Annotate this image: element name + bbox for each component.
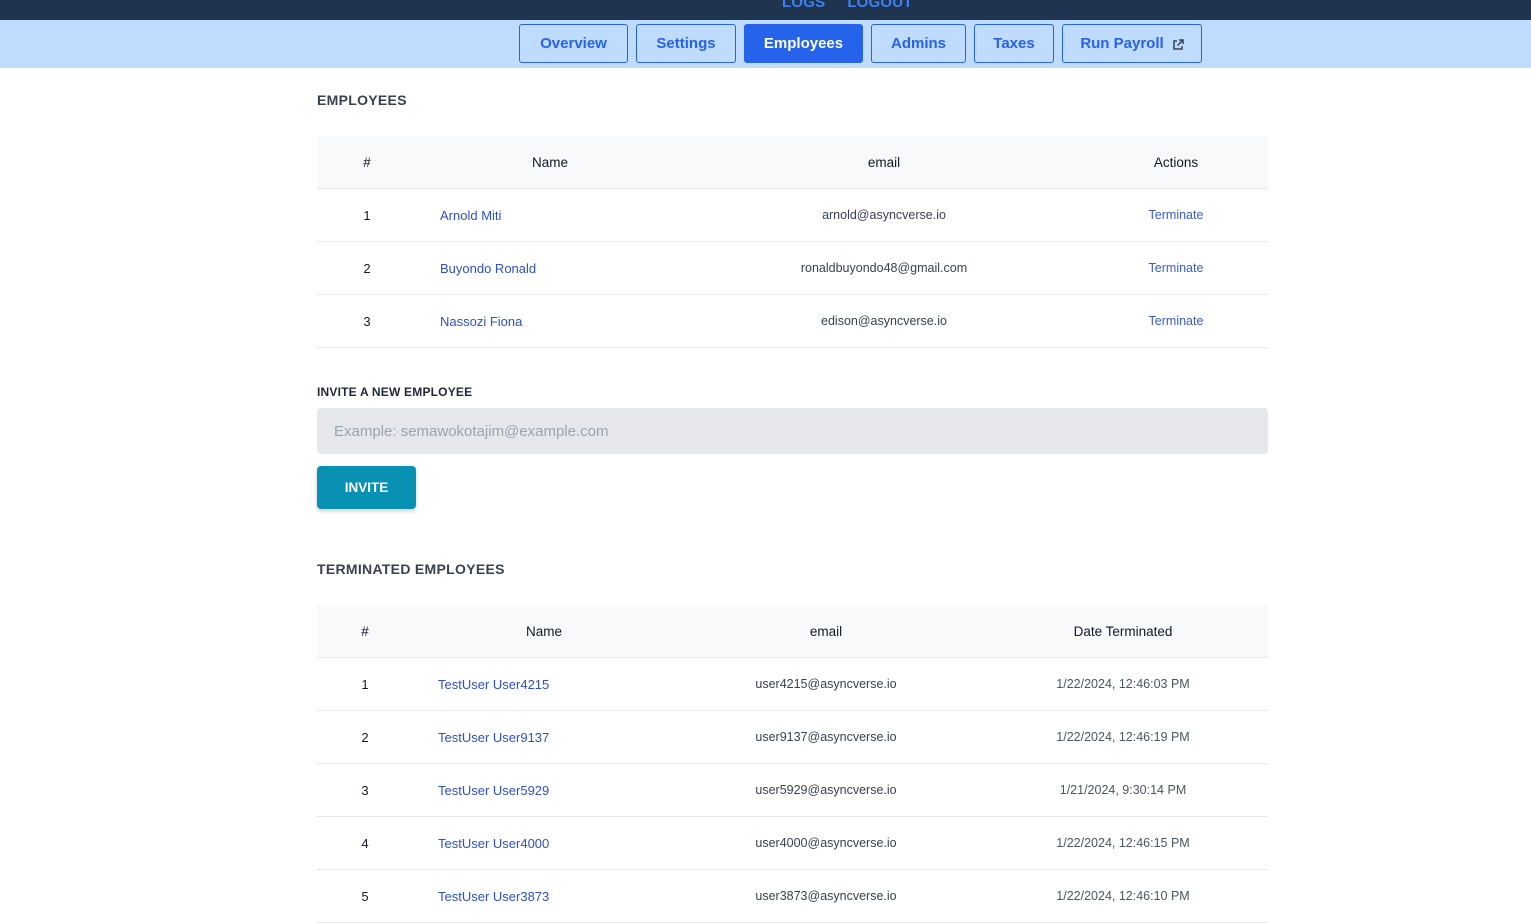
- invite-label: INVITE A NEW EMPLOYEE: [317, 385, 473, 399]
- tab-taxes[interactable]: Taxes: [974, 24, 1054, 63]
- employee-email: edison@asyncverse.io: [821, 314, 947, 328]
- date-terminated: 1/22/2024, 12:46:03 PM: [1056, 677, 1190, 691]
- table-row: 5 TestUser User3873 user3873@asyncverse.…: [317, 870, 1268, 923]
- terminate-button[interactable]: Terminate: [1126, 295, 1226, 347]
- tab-label: Admins: [890, 35, 946, 52]
- tab-run-payroll[interactable]: Run Payroll: [1062, 24, 1202, 63]
- table-row: 1 TestUser User4215 user4215@asyncverse.…: [317, 658, 1268, 711]
- tab-label: Taxes: [993, 35, 1035, 52]
- col-name: Name: [525, 623, 562, 639]
- tab-employees[interactable]: Employees: [744, 24, 863, 63]
- employee-email: user3873@asyncverse.io: [755, 889, 897, 903]
- col-actions: Actions: [1153, 154, 1199, 170]
- tab-label: Run Payroll: [1080, 35, 1164, 52]
- employee-name-link[interactable]: TestUser User4215: [438, 658, 658, 710]
- table-row: 4 TestUser User4000 user4000@asyncverse.…: [317, 817, 1268, 870]
- employee-name-link[interactable]: TestUser User9137: [438, 711, 658, 763]
- col-num: #: [363, 154, 371, 170]
- table-header: # Name email Actions: [317, 136, 1268, 189]
- row-num: 3: [361, 782, 369, 798]
- terminated-title: TERMINATED EMPLOYEES: [317, 561, 505, 577]
- row-num: 1: [361, 676, 369, 692]
- tab-admins[interactable]: Admins: [871, 24, 966, 63]
- top-navbar: LOGS LOGOUT: [0, 0, 1531, 20]
- employee-name-link[interactable]: TestUser User3873: [438, 870, 658, 922]
- employee-email: user4215@asyncverse.io: [755, 677, 897, 691]
- date-terminated: 1/22/2024, 12:46:15 PM: [1056, 836, 1190, 850]
- col-date-terminated: Date Terminated: [1073, 623, 1173, 639]
- col-email: email: [867, 154, 901, 170]
- col-num: #: [361, 623, 369, 639]
- terminated-table: # Name email Date Terminated 1 TestUser …: [317, 605, 1268, 923]
- col-name: Name: [531, 154, 568, 170]
- employee-email: ronaldbuyondo48@gmail.com: [800, 261, 968, 275]
- employee-email: user9137@asyncverse.io: [755, 730, 897, 744]
- tab-label: Settings: [656, 35, 716, 52]
- employees-table: # Name email Actions 1 Arnold Miti arnol…: [317, 136, 1268, 348]
- employee-email: user5929@asyncverse.io: [755, 783, 897, 797]
- tab-label: Overview: [540, 35, 607, 52]
- employee-name-link[interactable]: TestUser User5929: [438, 764, 658, 816]
- top-nav-links: LOGS LOGOUT: [782, 0, 913, 11]
- row-num: 4: [361, 835, 369, 851]
- terminate-button[interactable]: Terminate: [1126, 189, 1226, 241]
- date-terminated: 1/22/2024, 12:46:19 PM: [1056, 730, 1190, 744]
- date-terminated: 1/22/2024, 12:46:10 PM: [1056, 889, 1190, 903]
- employee-email: arnold@asyncverse.io: [822, 208, 946, 222]
- tab-overview[interactable]: Overview: [519, 24, 628, 63]
- external-link-icon: [1172, 38, 1184, 50]
- col-email: email: [809, 623, 843, 639]
- row-num: 1: [363, 207, 371, 223]
- table-header: # Name email Date Terminated: [317, 605, 1268, 658]
- row-num: 2: [361, 729, 369, 745]
- table-row: 3 TestUser User5929 user5929@asyncverse.…: [317, 764, 1268, 817]
- row-num: 2: [363, 260, 371, 276]
- employees-title: EMPLOYEES: [317, 92, 407, 108]
- table-row: 2 Buyondo Ronald ronaldbuyondo48@gmail.c…: [317, 242, 1268, 295]
- invite-email-input[interactable]: [317, 408, 1268, 454]
- logs-link[interactable]: LOGS: [782, 0, 825, 11]
- terminate-button[interactable]: Terminate: [1126, 242, 1226, 294]
- tab-label: Employees: [763, 35, 844, 52]
- employee-name-link[interactable]: Arnold Miti: [440, 189, 660, 241]
- row-num: 3: [363, 313, 371, 329]
- employee-name-link[interactable]: Nassozi Fiona: [440, 295, 660, 347]
- employee-name-link[interactable]: Buyondo Ronald: [440, 242, 660, 294]
- date-terminated: 1/21/2024, 9:30:14 PM: [1059, 783, 1187, 797]
- employee-name-link[interactable]: TestUser User4000: [438, 817, 658, 869]
- table-row: 1 Arnold Miti arnold@asyncverse.io Termi…: [317, 189, 1268, 242]
- tab-settings[interactable]: Settings: [636, 24, 736, 63]
- row-num: 5: [361, 888, 369, 904]
- invite-button[interactable]: INVITE: [317, 466, 416, 509]
- table-row: 3 Nassozi Fiona edison@asyncverse.io Ter…: [317, 295, 1268, 348]
- table-row: 2 TestUser User9137 user9137@asyncverse.…: [317, 711, 1268, 764]
- tab-bar: Overview Settings Employees Admins Taxes…: [0, 20, 1531, 68]
- logout-link[interactable]: LOGOUT: [847, 0, 912, 11]
- employee-email: user4000@asyncverse.io: [755, 836, 897, 850]
